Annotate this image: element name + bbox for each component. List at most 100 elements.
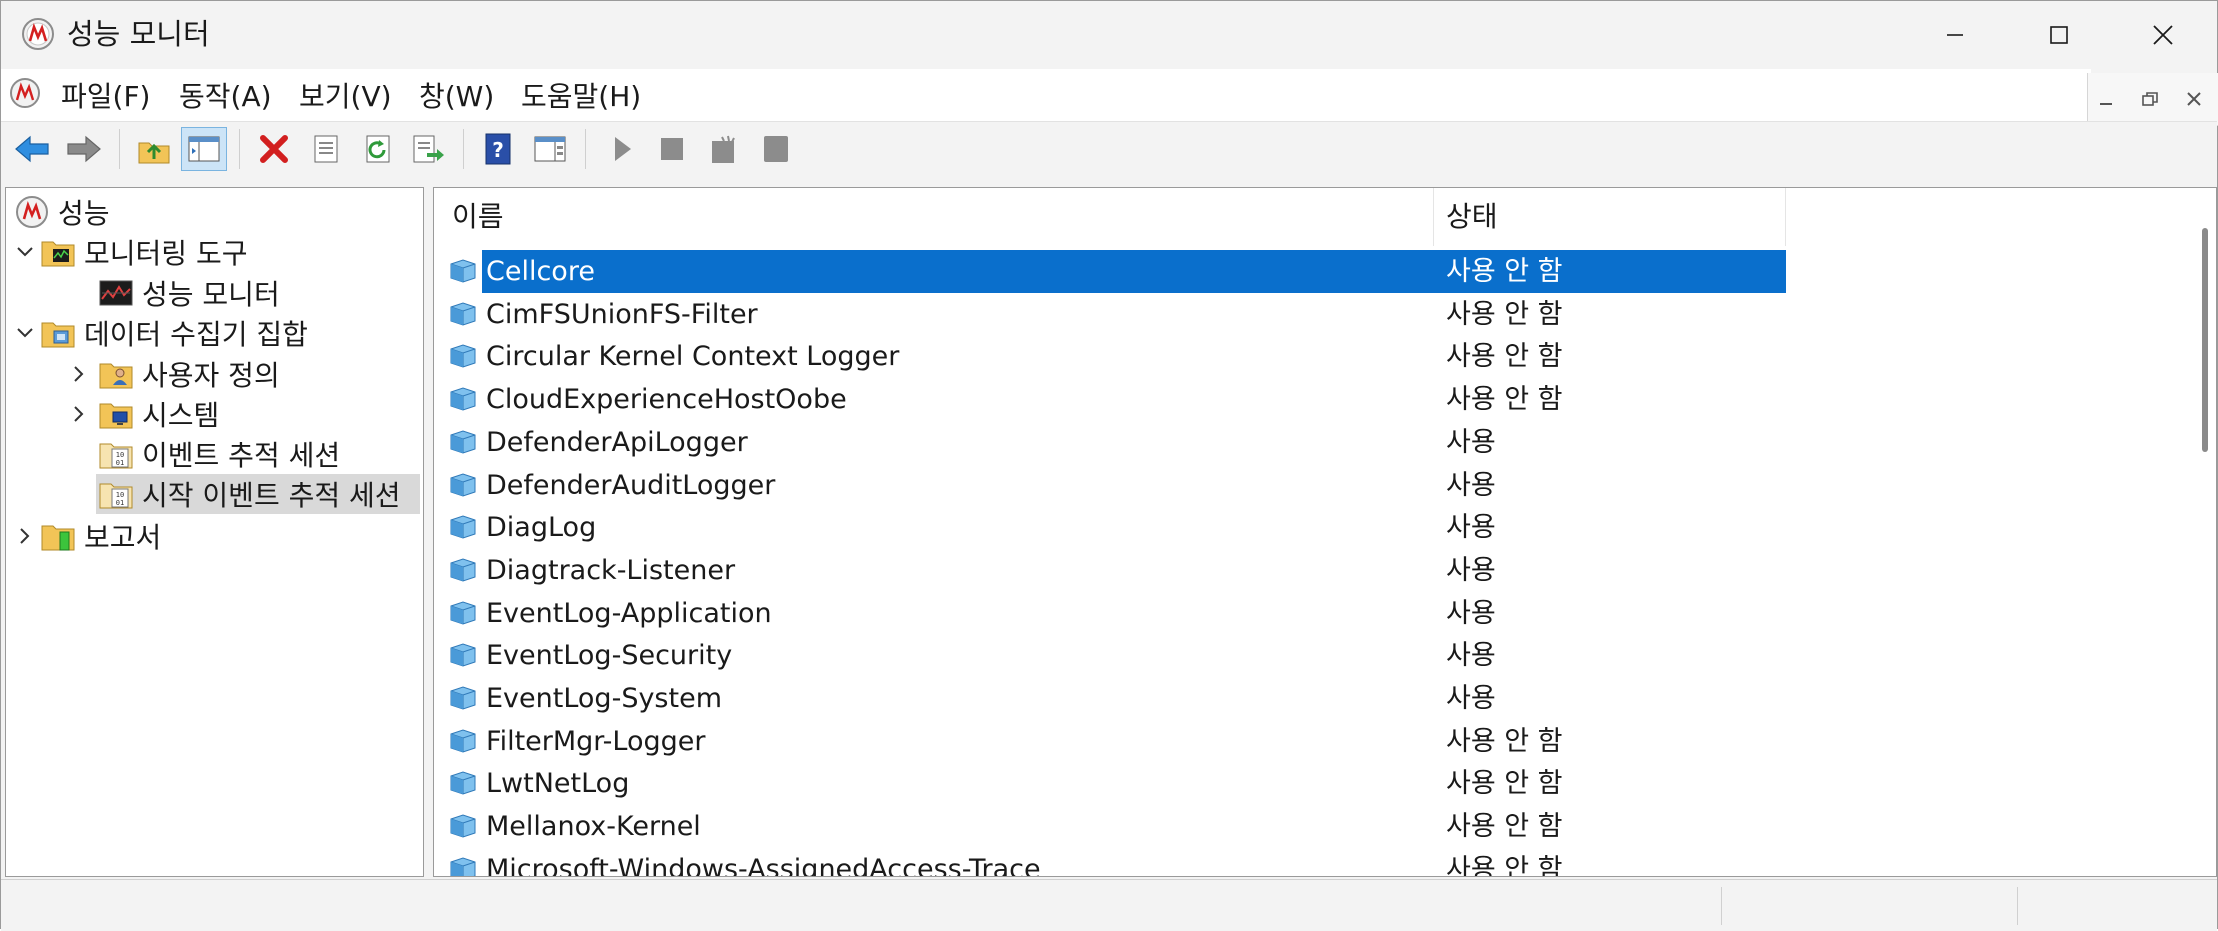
maximize-button[interactable] (2007, 1, 2111, 69)
svg-text:01: 01 (116, 459, 124, 467)
tree-item-startup-event-trace-sessions[interactable]: 10 01 시작 이벤트 추적 세션 (96, 474, 420, 514)
tree-item-event-trace-sessions[interactable]: 10 01 이벤트 추적 세션 (98, 434, 408, 474)
column-header-name[interactable]: 이름 (434, 188, 1434, 246)
up-folder-button[interactable] (131, 127, 177, 171)
column-header-status[interactable]: 상태 (1434, 188, 1786, 246)
trace-folder-icon: 1001 (99, 443, 133, 469)
session-status: 사용 (1446, 597, 1496, 629)
session-status: 사용 안 함 (1446, 811, 1563, 843)
tree-item-label: 이벤트 추적 세션 (142, 439, 341, 472)
tree-item-label: 성능 (58, 197, 110, 230)
tree-item-monitoring-tools[interactable]: 모니터링 도구 (40, 232, 410, 272)
session-name: EventLog-Security (486, 640, 733, 672)
user-folder-icon (99, 363, 133, 389)
session-status: 사용 안 함 (1446, 853, 1563, 877)
start-icon (615, 137, 631, 161)
chevron-down-icon[interactable] (14, 322, 36, 344)
list-item[interactable]: Cellcore 사용 안 함 (434, 250, 1786, 293)
chevron-right-icon[interactable] (14, 525, 36, 547)
forward-button[interactable] (61, 127, 107, 171)
list-item[interactable]: EventLog-System 사용 (434, 677, 1786, 720)
session-name: Circular Kernel Context Logger (486, 341, 900, 373)
title-bar[interactable]: 성능 모니터 (1, 1, 2217, 69)
list-item[interactable]: DiagLog 사용 (434, 506, 1786, 549)
chevron-right-icon[interactable] (68, 403, 90, 425)
chevron-right-icon[interactable] (68, 363, 90, 385)
menu-view[interactable]: 보기(V) (299, 79, 392, 115)
stop-all-button[interactable] (753, 127, 799, 171)
perfmon-app-icon (22, 18, 54, 50)
mdi-restore-button[interactable] (2133, 85, 2167, 113)
vertical-scrollbar[interactable] (2202, 228, 2208, 452)
close-button[interactable] (2111, 1, 2215, 69)
trace-session-icon (450, 857, 476, 876)
chevron-down-icon[interactable] (14, 241, 36, 263)
minimize-icon (2100, 103, 2112, 105)
list-item[interactable]: CloudExperienceHostOobe 사용 안 함 (434, 378, 1786, 421)
toolbar-separator (239, 129, 240, 169)
stop-button[interactable] (649, 127, 695, 171)
menu-action[interactable]: 동작(A) (179, 79, 272, 115)
list-item[interactable]: EventLog-Security 사용 (434, 634, 1786, 677)
trace-session-icon (450, 814, 476, 838)
start-button[interactable] (599, 127, 645, 171)
trace-session-icon (450, 601, 476, 625)
menu-window[interactable]: 창(W) (419, 79, 494, 115)
list-item[interactable]: Microsoft-Windows-AssignedAccess-Trace 사용… (434, 848, 1786, 877)
list-item[interactable]: CimFSUnionFS-Filter 사용 안 함 (434, 293, 1786, 336)
window-title: 성능 모니터 (67, 17, 210, 51)
minimize-icon (1947, 34, 1963, 36)
session-status: 사용 (1446, 512, 1496, 544)
stop-all-icon (764, 136, 788, 162)
show-hide-tree-icon (188, 136, 220, 162)
tree-item-performance-monitor[interactable]: 성능 모니터 (98, 273, 408, 313)
show-hide-tree-button[interactable] (181, 127, 227, 171)
menu-help[interactable]: 도움말(H) (521, 79, 641, 115)
system-menu-icon[interactable] (9, 77, 41, 109)
menu-file[interactable]: 파일(F) (61, 79, 150, 115)
trace-session-icon (450, 302, 476, 326)
tree-item-label: 시작 이벤트 추적 세션 (142, 479, 401, 512)
tree-item-system[interactable]: 시스템 (98, 394, 408, 434)
tree-item-reports[interactable]: 보고서 (40, 516, 410, 556)
list-item[interactable]: Diagtrack-Listener 사용 (434, 549, 1786, 592)
list-item[interactable]: DefenderAuditLogger 사용 (434, 464, 1786, 507)
session-status: 사용 안 함 (1446, 341, 1563, 373)
delete-icon (260, 135, 288, 163)
export-list-button[interactable] (405, 127, 451, 171)
tree-item-user-defined[interactable]: 사용자 정의 (98, 354, 408, 394)
session-name: Diagtrack-Listener (486, 554, 736, 586)
back-icon (15, 135, 49, 163)
data-collector-folder-icon (41, 322, 75, 348)
delete-button[interactable] (251, 127, 297, 171)
tree-item-performance[interactable]: 성능 (14, 192, 414, 232)
list-item[interactable]: FilterMgr-Logger 사용 안 함 (434, 720, 1786, 763)
help-button[interactable]: ? (475, 127, 521, 171)
session-name: FilterMgr-Logger (486, 725, 706, 757)
properties-icon (314, 135, 338, 163)
session-name: CimFSUnionFS-Filter (486, 298, 758, 330)
back-button[interactable] (9, 127, 55, 171)
navigation-tree: 성능 모니터링 도구 성능 모니터 데이터 수집기 집합 사용자 정의 시스템 … (5, 187, 424, 877)
list-item[interactable]: LwtNetLog 사용 안 함 (434, 762, 1786, 805)
mdi-minimize-button[interactable] (2089, 85, 2123, 113)
trace-session-icon (450, 558, 476, 582)
close-icon (2153, 25, 2173, 45)
session-name: EventLog-System (486, 683, 722, 714)
show-hide-action-pane-button[interactable] (527, 127, 573, 171)
properties-button[interactable] (303, 127, 349, 171)
session-status: 사용 안 함 (1446, 768, 1563, 800)
list-item[interactable]: Mellanox-Kernel 사용 안 함 (434, 805, 1786, 848)
minimize-button[interactable] (1903, 1, 2007, 69)
list-item[interactable]: Circular Kernel Context Logger 사용 안 함 (434, 335, 1786, 378)
new-data-collector-button[interactable] (701, 127, 747, 171)
list-item[interactable]: DefenderApiLogger 사용 (434, 421, 1786, 464)
tree-item-data-collector-sets[interactable]: 데이터 수집기 집합 (40, 313, 410, 353)
session-status: 사용 안 함 (1446, 725, 1563, 757)
mdi-close-button[interactable] (2177, 85, 2211, 113)
list-item[interactable]: EventLog-Application 사용 (434, 592, 1786, 635)
new-data-collector-icon (712, 135, 735, 163)
show-hide-action-pane-icon (534, 136, 566, 162)
refresh-button[interactable] (355, 127, 401, 171)
tree-item-label: 성능 모니터 (142, 278, 280, 311)
